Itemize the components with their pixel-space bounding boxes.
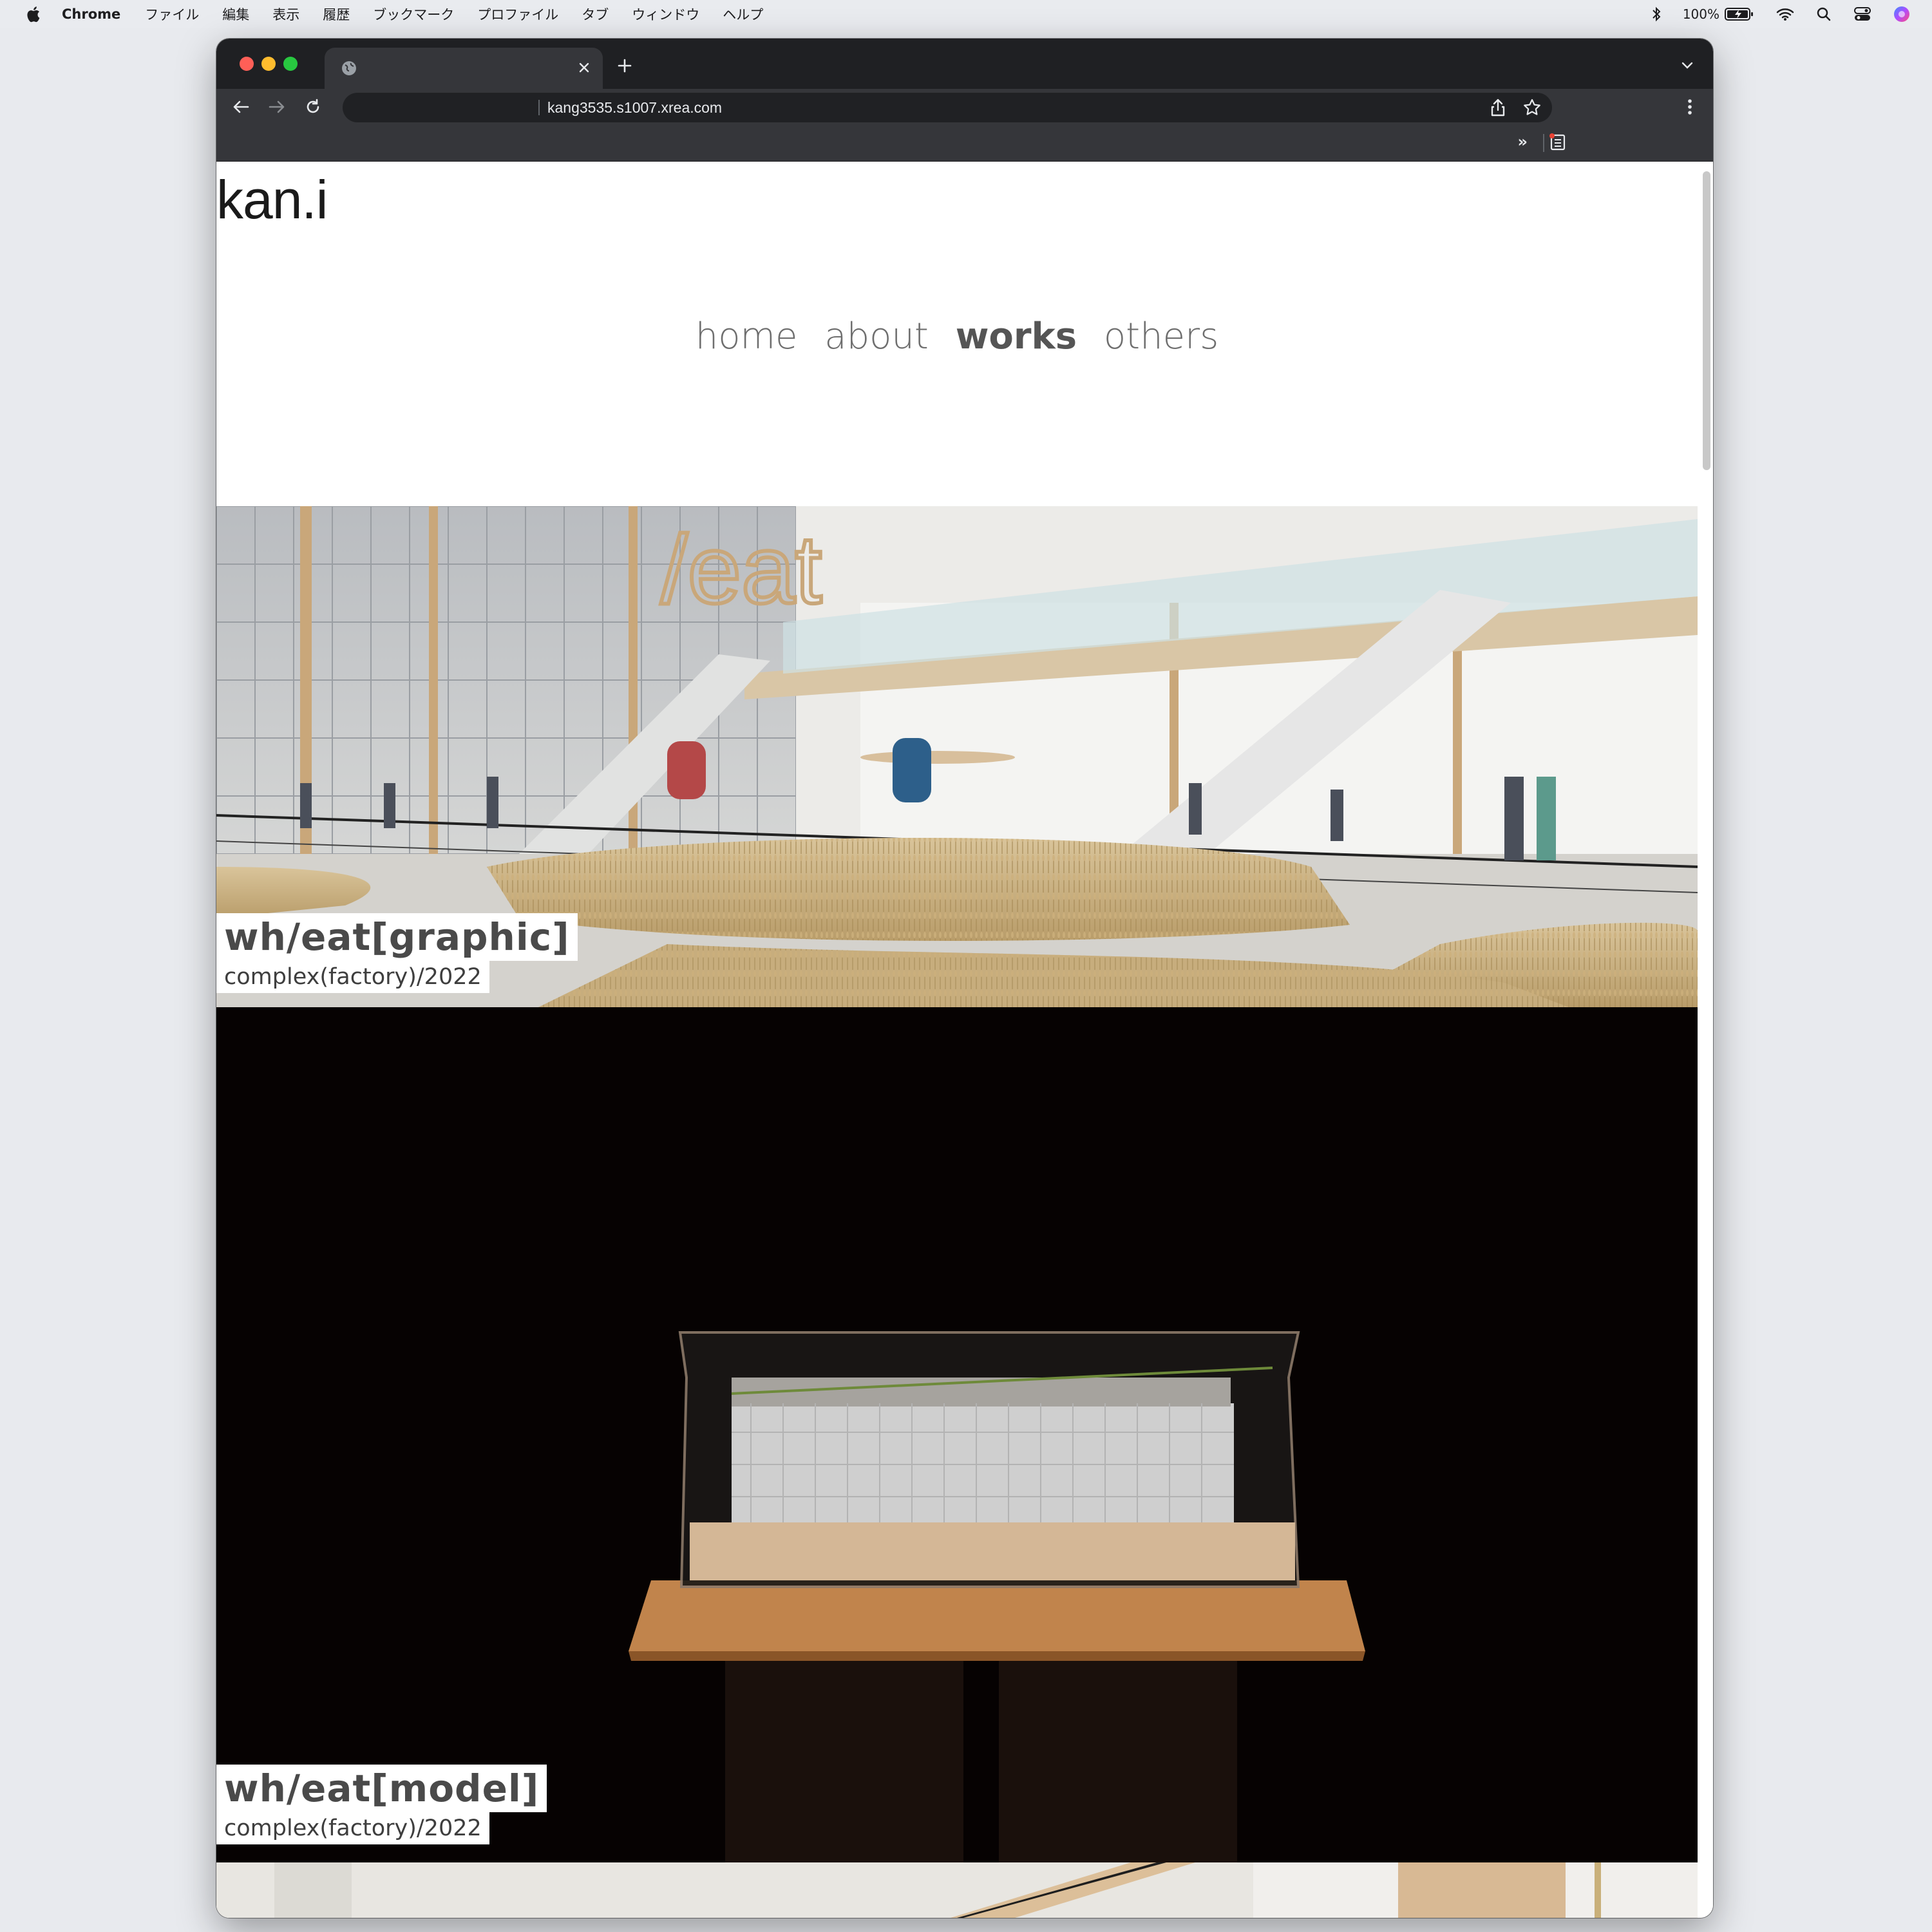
spotlight-search-icon[interactable] <box>1816 6 1832 22</box>
menu-view[interactable]: 表示 <box>272 5 299 24</box>
page-scrollbar-thumb[interactable] <box>1703 171 1710 470</box>
active-tab[interactable] <box>325 48 603 89</box>
window-close-button[interactable] <box>240 57 254 71</box>
bookmarks-overflow-button[interactable]: » <box>1517 133 1528 151</box>
address-divider <box>538 100 540 115</box>
menu-bookmarks[interactable]: ブックマーク <box>373 5 454 24</box>
site-logo[interactable]: kan.i <box>216 167 328 232</box>
menu-window[interactable]: ウィンドウ <box>632 5 699 24</box>
close-tab-icon[interactable] <box>574 58 594 77</box>
menu-file[interactable]: ファイル <box>145 5 199 24</box>
work-image-model <box>216 1007 1698 1862</box>
nav-about[interactable]: about <box>824 316 929 357</box>
work-image-partial <box>216 1862 1698 1918</box>
reload-icon[interactable] <box>301 95 325 118</box>
work-title[interactable]: wh/eat[model] <box>216 1765 547 1812</box>
chrome-menu-icon[interactable] <box>1678 95 1701 118</box>
reading-list-icon[interactable] <box>1548 133 1567 155</box>
site-nav: home about works others <box>216 316 1698 357</box>
battery-percent: 100% <box>1682 6 1719 22</box>
eat-sign: /eat <box>661 515 822 623</box>
globe-icon <box>340 59 358 80</box>
nav-home[interactable]: home <box>696 316 798 357</box>
app-name[interactable]: Chrome <box>62 6 120 22</box>
window-zoom-button[interactable] <box>283 57 298 71</box>
menu-tab[interactable]: タブ <box>582 5 609 24</box>
siri-icon[interactable] <box>1893 6 1910 23</box>
bookmark-bar: » <box>216 125 1713 162</box>
work-subtitle: complex(factory)/2022 <box>216 1812 489 1844</box>
control-center-icon[interactable] <box>1853 6 1871 22</box>
menu-help[interactable]: ヘルプ <box>723 5 763 24</box>
menu-history[interactable]: 履歴 <box>323 5 350 24</box>
work-card-model[interactable]: wh/eat[model] complex(factory)/2022 <box>216 1007 1698 1862</box>
menu-profiles[interactable]: プロファイル <box>477 5 558 24</box>
work-title[interactable]: wh/eat[graphic] <box>216 913 578 961</box>
bookmark-star-icon[interactable] <box>1522 98 1542 120</box>
menu-edit[interactable]: 編集 <box>222 5 249 24</box>
browser-toolbar: kang3535.s1007.xrea.com <box>216 89 1713 125</box>
wifi-icon[interactable] <box>1776 7 1794 21</box>
share-icon[interactable] <box>1489 98 1507 120</box>
url-text[interactable]: kang3535.s1007.xrea.com <box>547 93 722 122</box>
battery-icon[interactable] <box>1725 7 1754 21</box>
apple-icon[interactable] <box>23 5 43 24</box>
tab-search-chevron-icon[interactable] <box>1676 54 1699 77</box>
work-subtitle: complex(factory)/2022 <box>216 961 489 993</box>
bookmark-separator <box>1543 134 1544 152</box>
address-bar[interactable]: kang3535.s1007.xrea.com <box>343 93 1552 122</box>
bluetooth-icon[interactable] <box>1652 6 1661 22</box>
nav-works[interactable]: works <box>956 316 1077 357</box>
tab-strip <box>216 39 1713 89</box>
work-card-partial[interactable] <box>216 1862 1698 1918</box>
window-minimize-button[interactable] <box>261 57 276 71</box>
work-card-graphic[interactable]: /eat wh/eat[graphic] complex(factory)/20… <box>216 506 1698 1007</box>
new-tab-icon[interactable] <box>612 53 638 79</box>
forward-arrow-icon[interactable] <box>265 95 289 118</box>
nav-others[interactable]: others <box>1104 316 1218 357</box>
menu-bar: Chrome ファイル 編集 表示 履歴 ブックマーク プロファイル タブ ウィ… <box>0 0 1932 28</box>
web-page: kan.i home about works others /eat wh/ea… <box>216 167 1713 1918</box>
browser-window: kang3535.s1007.xrea.com » kan.i home abo… <box>216 39 1713 1918</box>
back-arrow-icon[interactable] <box>229 95 252 118</box>
